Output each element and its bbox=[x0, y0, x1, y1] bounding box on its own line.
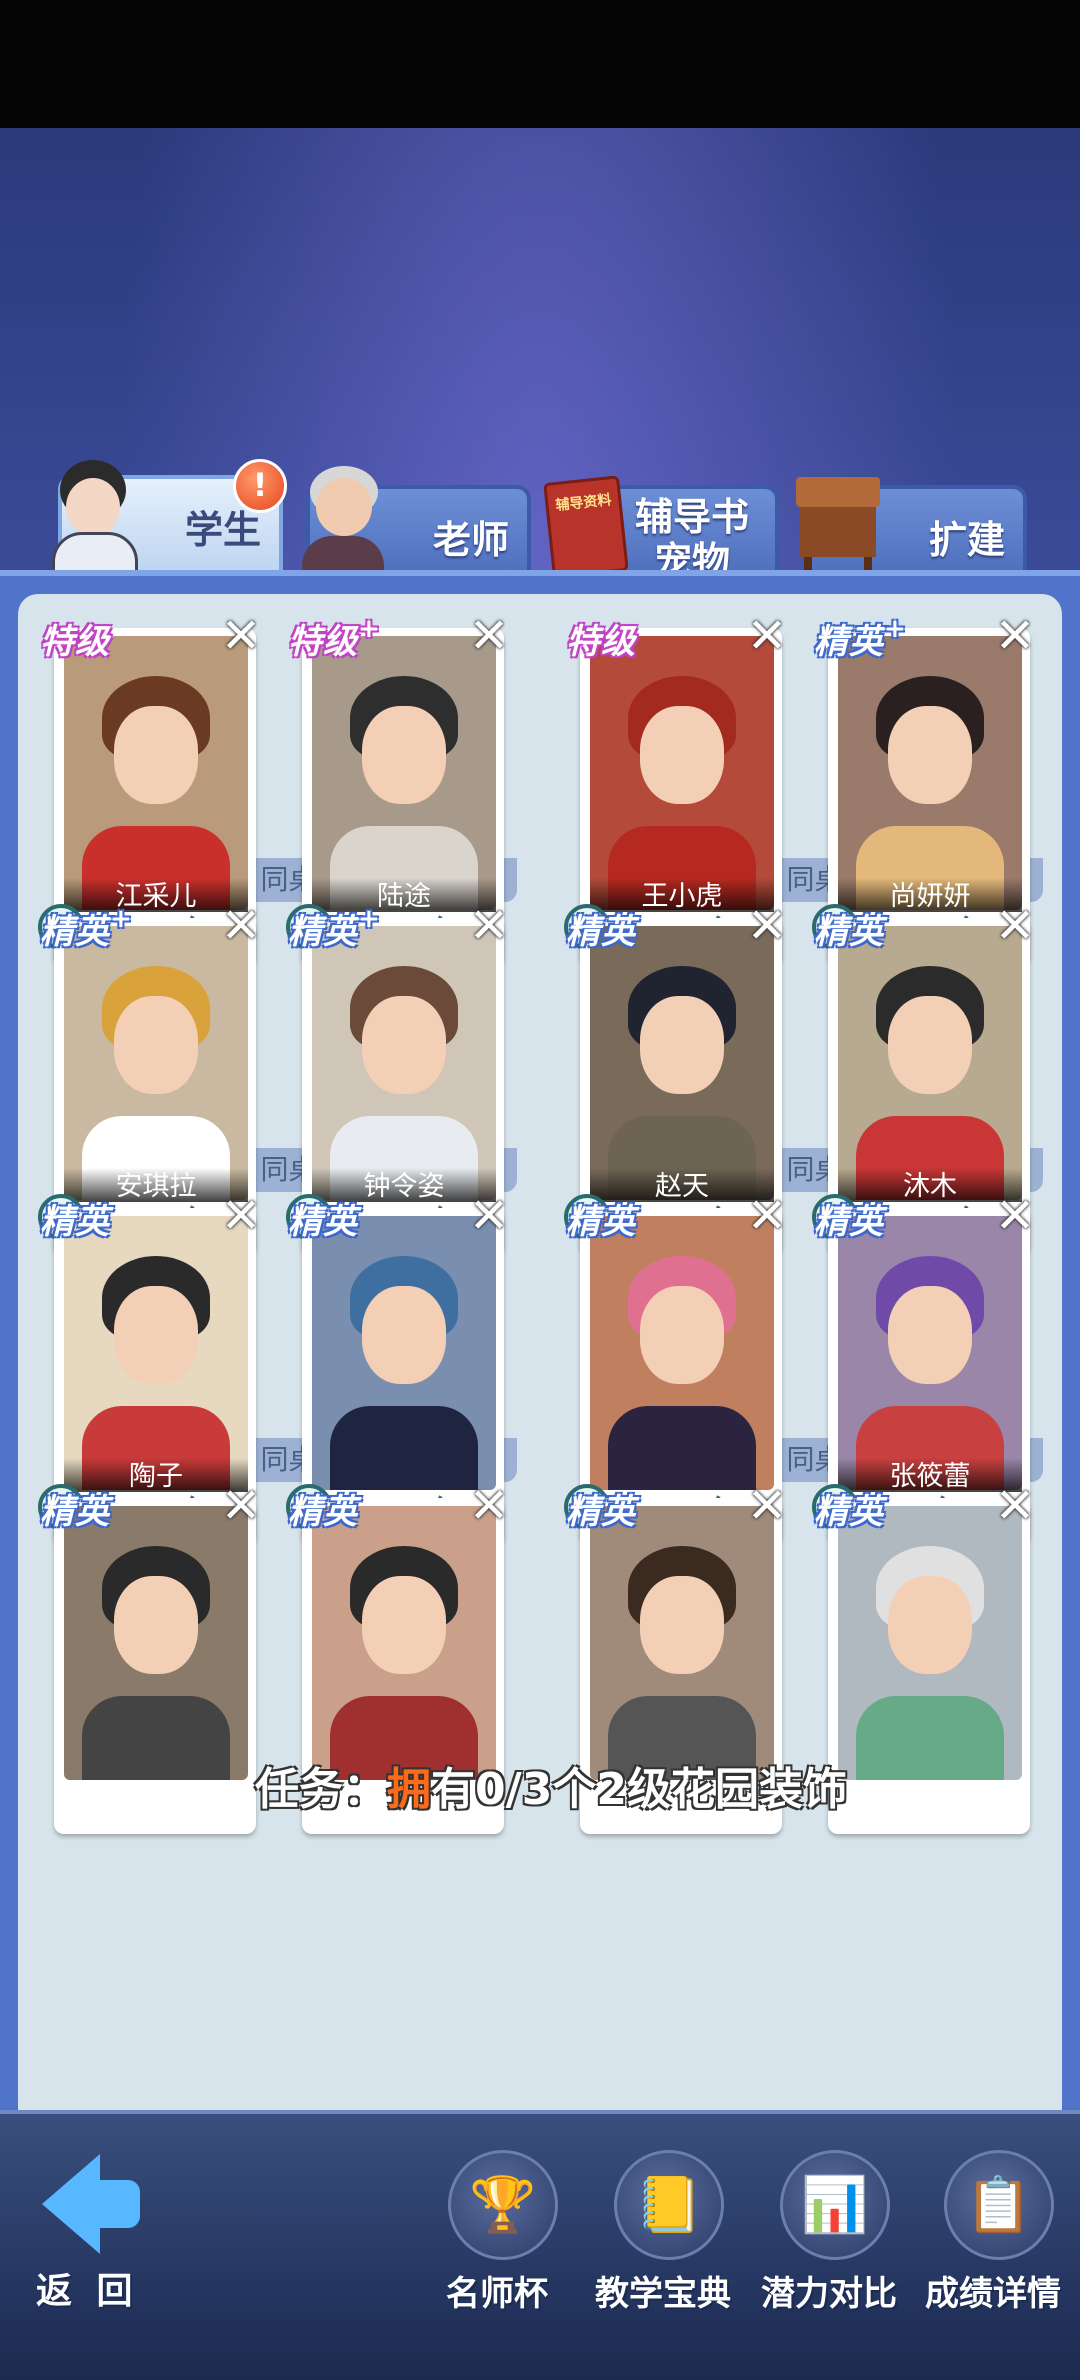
close-icon[interactable]: ✕ bbox=[992, 1482, 1038, 1530]
back-label: 返 回 bbox=[36, 2271, 139, 2312]
student-portrait bbox=[64, 1506, 248, 1780]
grade-badge: 精英 bbox=[814, 1492, 884, 1532]
close-icon[interactable]: ✕ bbox=[466, 1192, 512, 1240]
bottom-bar: 返 回 🏆 名师杯 📒 教学宝典 📊 潜力对比 📋 成绩详情 bbox=[0, 2110, 1080, 2380]
famous-teacher-cup-button[interactable]: 🏆 名师杯 bbox=[412, 2140, 582, 2330]
student-portrait bbox=[64, 636, 248, 910]
tab-students[interactable]: 学生 ! bbox=[52, 459, 287, 581]
alert-icon: ! bbox=[233, 459, 287, 513]
close-icon[interactable]: ✕ bbox=[218, 1192, 264, 1240]
student-grid: 同桌江采儿特级✕初400级陆途特级+✕初400级同桌王小虎特级✕初400级尚妍妍… bbox=[18, 594, 1062, 2134]
score-details-button[interactable]: 📋 成绩详情 bbox=[908, 2140, 1078, 2330]
grade-badge: 精英 bbox=[566, 1492, 636, 1532]
student-portrait bbox=[838, 1506, 1022, 1780]
grade-badge: 精英 bbox=[814, 1202, 884, 1242]
student-portrait bbox=[838, 1216, 1022, 1490]
close-icon[interactable]: ✕ bbox=[466, 1482, 512, 1530]
grade-badge: 精英 bbox=[40, 1202, 110, 1242]
teacher-avatar-icon bbox=[290, 460, 390, 575]
grade-badge: 精英+ bbox=[814, 614, 907, 662]
student-portrait bbox=[590, 1216, 774, 1490]
back-arrow-icon bbox=[42, 2154, 100, 2254]
grade-badge: 精英+ bbox=[40, 904, 133, 952]
student-portrait bbox=[312, 926, 496, 1200]
grade-badge: 精英 bbox=[288, 1492, 358, 1532]
close-icon[interactable]: ✕ bbox=[992, 1192, 1038, 1240]
close-icon[interactable]: ✕ bbox=[744, 902, 790, 950]
grade-badge: 精英 bbox=[40, 1492, 110, 1532]
desk-pair: 同桌精英✕初200级张筱蕾精英✕初1级 bbox=[564, 1192, 1046, 1544]
book-icon: 📒 bbox=[614, 2150, 724, 2260]
close-icon[interactable]: ✕ bbox=[218, 1482, 264, 1530]
student-portrait bbox=[838, 636, 1022, 910]
tab-expand[interactable]: 扩建 bbox=[796, 477, 1027, 575]
grade-badge: 精英+ bbox=[288, 904, 381, 952]
desk-pair: 同桌陶子精英✕初200级精英✕初280级 bbox=[38, 1192, 520, 1544]
desk-pair: 同桌安琪拉精英+✕初200级钟令姿精英+✕初375级 bbox=[38, 902, 520, 1254]
grade-badge: 精英 bbox=[814, 912, 884, 952]
book-icon: 辅导资料 bbox=[543, 475, 629, 579]
tab-teachers-label: 老师 bbox=[432, 518, 509, 562]
student-portrait bbox=[64, 926, 248, 1200]
grade-badge: 特级 bbox=[40, 622, 110, 662]
grade-badge: 特级 bbox=[566, 622, 636, 662]
student-avatar-icon bbox=[42, 460, 142, 581]
grade-badge: 精英 bbox=[288, 1202, 358, 1242]
close-icon[interactable]: ✕ bbox=[466, 902, 512, 950]
trophy-icon: 🏆 bbox=[448, 2150, 558, 2260]
back-button[interactable]: 返 回 bbox=[20, 2144, 170, 2314]
tab-books-pets[interactable]: 辅导资料 辅导书 宠物 bbox=[543, 475, 779, 583]
teaching-guide-button[interactable]: 📒 教学宝典 bbox=[578, 2140, 748, 2330]
tab-expand-label: 扩建 bbox=[928, 518, 1005, 562]
desk-pair: 同桌赵天精英✕初200级沐木精英✕初200级 bbox=[564, 902, 1046, 1254]
close-icon[interactable]: ✕ bbox=[744, 1482, 790, 1530]
close-icon[interactable]: ✕ bbox=[992, 902, 1038, 950]
student-portrait bbox=[838, 926, 1022, 1200]
desk-pair: 精英 ✕ 精英 ✕ bbox=[566, 1482, 1046, 1834]
task-banner: 任务：拥有0/3个2级花园装饰 bbox=[255, 1764, 847, 1815]
student-portrait bbox=[312, 636, 496, 910]
student-portrait bbox=[590, 926, 774, 1200]
student-portrait bbox=[312, 1216, 496, 1490]
close-icon[interactable]: ✕ bbox=[744, 1192, 790, 1240]
status-bar-area bbox=[0, 0, 1080, 128]
grade-badge: 精英 bbox=[566, 912, 636, 952]
close-icon[interactable]: ✕ bbox=[992, 612, 1038, 660]
desk-icon bbox=[796, 477, 880, 571]
student-portrait bbox=[64, 1216, 248, 1490]
close-icon[interactable]: ✕ bbox=[466, 612, 512, 660]
desk-pair: 同桌江采儿特级✕初400级陆途特级+✕初400级 bbox=[38, 612, 520, 964]
close-icon[interactable]: ✕ bbox=[218, 902, 264, 950]
tab-teachers[interactable]: 老师 bbox=[302, 466, 531, 575]
potential-compare-button[interactable]: 📊 潜力对比 bbox=[744, 2140, 914, 2330]
close-icon[interactable]: ✕ bbox=[218, 612, 264, 660]
category-tabs: 学生 ! 老师 辅导资料 辅导书 宠物 扩建 bbox=[50, 459, 1040, 583]
student-panel: 同桌江采儿特级✕初400级陆途特级+✕初400级同桌王小虎特级✕初400级尚妍妍… bbox=[0, 570, 1080, 2136]
desk-pair: 同桌王小虎特级✕初400级尚妍妍精英+✕初400级 bbox=[564, 612, 1046, 964]
student-portrait bbox=[590, 1506, 774, 1780]
desk-pair: 精英 ✕ 精英 ✕ bbox=[40, 1482, 520, 1834]
grade-badge: 精英 bbox=[566, 1202, 636, 1242]
student-portrait bbox=[312, 1506, 496, 1780]
report-icon: 📋 bbox=[944, 2150, 1054, 2260]
chart-icon: 📊 bbox=[780, 2150, 890, 2260]
close-icon[interactable]: ✕ bbox=[744, 612, 790, 660]
student-portrait bbox=[590, 636, 774, 910]
grade-badge: 特级+ bbox=[288, 614, 381, 662]
